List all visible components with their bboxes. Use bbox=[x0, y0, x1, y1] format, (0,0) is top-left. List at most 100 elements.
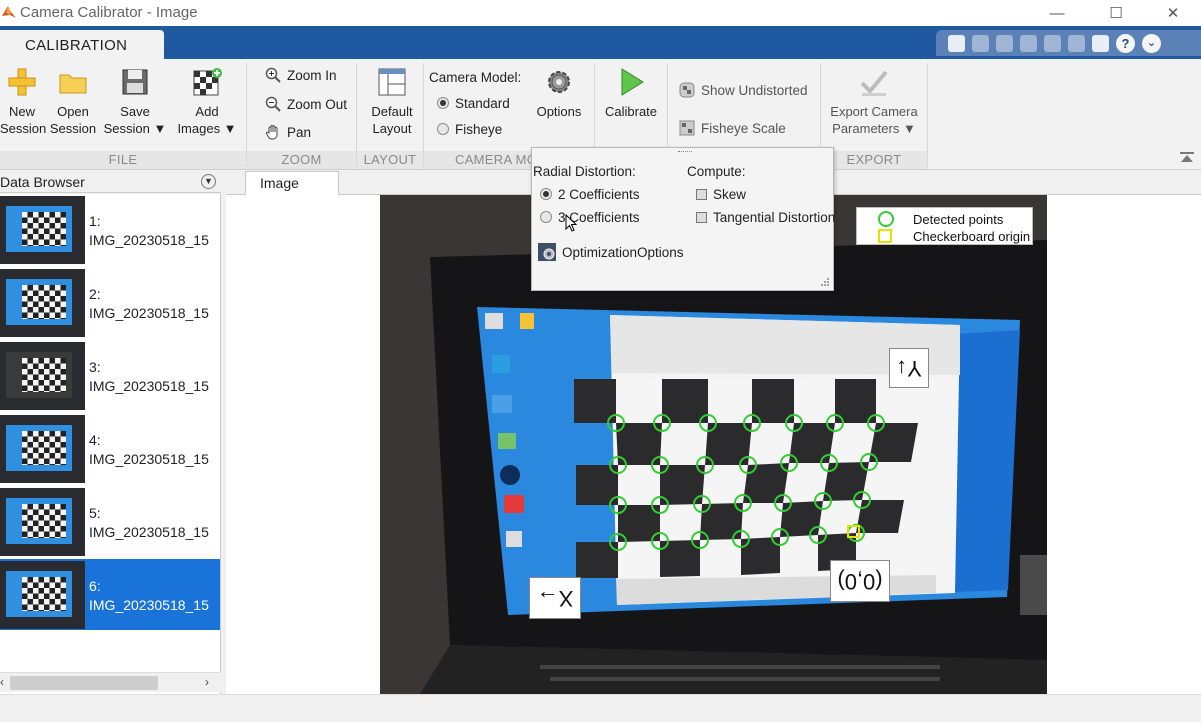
expand-icon[interactable]: ⌄ bbox=[1142, 33, 1161, 53]
three-coefficients-radio[interactable]: 3 Coefficients bbox=[540, 210, 640, 225]
list-item-selected[interactable]: 6: IMG_20230518_15 bbox=[0, 559, 220, 630]
cut-icon[interactable] bbox=[972, 34, 989, 52]
close-button[interactable]: ✕ bbox=[1145, 0, 1201, 26]
save-session-button[interactable]: Save Session ▼ bbox=[103, 67, 167, 137]
window-title: Camera Calibrator - Image bbox=[20, 4, 198, 21]
chevron-left-icon[interactable]: ‹ bbox=[0, 675, 4, 689]
new-session-button[interactable]: New Session bbox=[0, 67, 46, 137]
scrollbar-thumb[interactable] bbox=[10, 676, 158, 690]
image-legend: Detected points Checkerboard origin bbox=[856, 207, 1033, 245]
radio-icon bbox=[437, 123, 449, 135]
play-icon bbox=[616, 67, 646, 97]
data-browser-title: Data Browser bbox=[0, 174, 85, 190]
image-thumbnail bbox=[0, 415, 85, 483]
list-item[interactable]: 3: IMG_20230518_15 bbox=[0, 340, 220, 411]
legend-detected-points: Detected points bbox=[913, 212, 1004, 227]
ribbon-tab-bar: CALIBRATION ? ⌄ bbox=[0, 26, 1201, 59]
checker-square bbox=[789, 423, 835, 463]
options-button[interactable]: Options bbox=[532, 67, 586, 120]
origin-label: (0,0) bbox=[830, 560, 890, 602]
pan-button[interactable]: Pan bbox=[265, 124, 311, 140]
checker-square bbox=[752, 379, 794, 423]
floppy-disk-icon bbox=[120, 67, 150, 97]
image-thumbnail bbox=[0, 196, 85, 264]
help-icon[interactable]: ? bbox=[1116, 33, 1135, 53]
fisheye-scale-button[interactable]: Fisheye Scale bbox=[679, 120, 786, 136]
zoom-out-icon bbox=[265, 96, 281, 112]
tab-calibration[interactable]: CALIBRATION bbox=[0, 30, 164, 59]
calibrate-button[interactable]: Calibrate bbox=[600, 67, 662, 120]
fisheye-radio[interactable]: Fisheye bbox=[437, 122, 502, 137]
default-layout-button[interactable]: Default Layout bbox=[363, 67, 421, 137]
checker-square bbox=[662, 379, 708, 423]
minimize-button[interactable]: — bbox=[1029, 0, 1085, 26]
matlab-logo-icon bbox=[2, 6, 16, 18]
list-item[interactable]: 2: IMG_20230518_15 bbox=[0, 267, 220, 338]
fisheye-scale-icon bbox=[679, 120, 695, 136]
gear-icon bbox=[544, 67, 574, 97]
image-thumbnail bbox=[0, 342, 85, 410]
data-browser-header: Data Browser ▼ bbox=[0, 171, 221, 193]
hand-icon bbox=[265, 125, 278, 140]
horizontal-scrollbar[interactable]: ‹ › bbox=[0, 672, 221, 692]
checker-square bbox=[835, 379, 876, 423]
camera-model-label: Camera Model: bbox=[429, 70, 522, 85]
legend-checkerboard-origin: Checkerboard origin bbox=[913, 229, 1031, 244]
redo-icon[interactable] bbox=[1068, 34, 1085, 52]
plus-icon bbox=[7, 67, 37, 97]
checker-square bbox=[869, 423, 918, 462]
collapse-ribbon-icon[interactable] bbox=[1178, 151, 1196, 165]
resize-corner-icon[interactable] bbox=[820, 277, 830, 287]
zoom-out-button[interactable]: Zoom Out bbox=[265, 96, 347, 112]
layout-grid-icon bbox=[377, 67, 407, 97]
checker-square bbox=[574, 379, 616, 423]
image-thumbnail bbox=[0, 269, 85, 337]
list-item[interactable]: 1: IMG_20230518_15 bbox=[0, 194, 220, 265]
y-axis-label: Y↓ bbox=[889, 348, 929, 388]
add-checkerboard-icon bbox=[192, 67, 222, 97]
two-coefficients-radio[interactable]: 2 Coefficients bbox=[540, 187, 640, 202]
chevron-down-icon[interactable]: ▼ bbox=[201, 174, 216, 189]
data-browser-list[interactable]: 1: IMG_20230518_15 2: IMG_20230518_15 3: IM… bbox=[0, 194, 221, 694]
zoom-in-button[interactable]: Zoom In bbox=[265, 67, 337, 83]
group-label-layout: LAYOUT bbox=[357, 151, 423, 169]
quick-access-toolbar: ? ⌄ bbox=[936, 30, 1201, 56]
undo-icon[interactable] bbox=[1044, 34, 1061, 52]
origin-square-icon bbox=[878, 229, 892, 243]
compute-label: Compute: bbox=[687, 164, 746, 179]
checkmark-icon bbox=[859, 67, 889, 97]
copy-icon[interactable] bbox=[996, 34, 1013, 52]
checker-square bbox=[743, 463, 789, 503]
radio-icon bbox=[540, 211, 552, 223]
show-undistorted-button[interactable]: Show Undistorted bbox=[679, 82, 808, 98]
title-bar: Camera Calibrator - Image — ☐ ✕ bbox=[0, 0, 1201, 26]
list-item[interactable]: 5: IMG_20230518_15 bbox=[0, 486, 220, 557]
radio-selected-icon bbox=[437, 97, 449, 109]
layout-icon[interactable] bbox=[1092, 34, 1109, 52]
group-label-export: EXPORT bbox=[821, 151, 927, 169]
undistorted-checkerboard-icon bbox=[679, 82, 695, 98]
group-label-file: FILE bbox=[0, 151, 246, 169]
radial-distortion-label: Radial Distortion: bbox=[533, 164, 636, 179]
checker-square bbox=[660, 465, 705, 505]
options-dropdown-panel: Radial Distortion: 2 Coefficients 3 Coef… bbox=[531, 147, 834, 291]
open-session-button[interactable]: Open Session bbox=[48, 67, 98, 137]
paste-icon[interactable] bbox=[1020, 34, 1037, 52]
maximize-button[interactable]: ☐ bbox=[1088, 0, 1144, 26]
mouse-cursor-icon bbox=[565, 214, 577, 232]
status-bar bbox=[0, 694, 1201, 722]
skew-checkbox[interactable]: Skew bbox=[696, 187, 746, 202]
optimization-gear-icon bbox=[538, 243, 556, 261]
list-item[interactable]: 4: IMG_20230518_15 bbox=[0, 413, 220, 484]
checkbox-icon bbox=[696, 189, 707, 200]
detected-point-circle-icon bbox=[878, 211, 894, 227]
export-camera-parameters-button[interactable]: Export Camera Parameters ▼ bbox=[826, 67, 922, 137]
optimization-options-button[interactable]: OptimizationOptions bbox=[537, 242, 684, 262]
resize-grip-icon[interactable] bbox=[678, 151, 692, 153]
standard-radio[interactable]: Standard bbox=[437, 96, 510, 111]
save-icon[interactable] bbox=[948, 34, 965, 52]
tangential-distortion-checkbox[interactable]: Tangential Distortion bbox=[696, 210, 834, 225]
chevron-right-icon[interactable]: › bbox=[205, 675, 209, 689]
tab-image[interactable]: Image bbox=[245, 171, 339, 195]
add-images-button[interactable]: Add Images ▼ bbox=[174, 67, 240, 137]
